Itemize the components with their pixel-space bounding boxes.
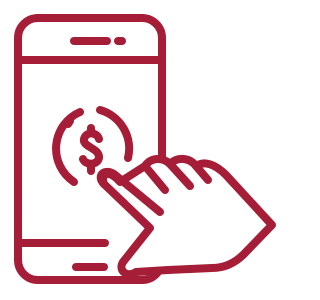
coin-ring-tick-icon <box>64 117 74 128</box>
icon-canvas <box>0 0 283 300</box>
coin-ring-right-icon <box>96 106 134 162</box>
hand-pointer-icon <box>99 155 276 279</box>
mobile-payment-icon <box>14 14 276 284</box>
dollar-sign-icon <box>79 129 103 168</box>
